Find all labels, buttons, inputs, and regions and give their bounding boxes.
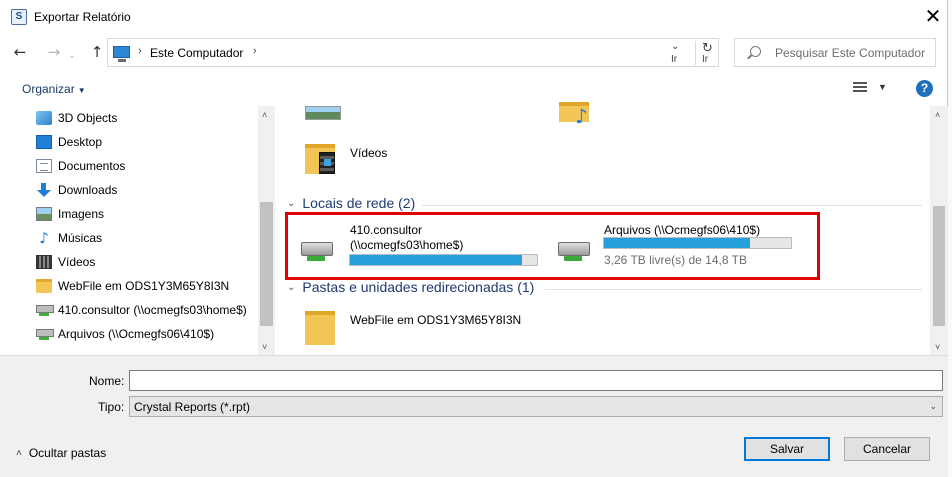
- file-type-value: Crystal Reports (*.rpt): [134, 400, 251, 414]
- address-dropdown-button[interactable]: ⌄ Ir: [665, 41, 687, 65]
- organize-label: Organizar: [22, 82, 75, 96]
- sidebar-item-webfile[interactable]: WebFile em ODS1Y3M65Y8I3N: [36, 275, 229, 297]
- sidebar-item-consultor-drive[interactable]: 410.consultor (\\ocmegfs03\home$): [36, 299, 247, 321]
- videos-icon: [36, 255, 52, 269]
- organize-menu-button[interactable]: Organizar ▼: [22, 82, 86, 96]
- computer-icon: [113, 46, 130, 62]
- address-dropdown-label: Ir: [671, 54, 678, 65]
- chevron-up-icon: ˄: [16, 447, 22, 459]
- sidebar-item-pictures[interactable]: Imagens: [36, 203, 104, 225]
- hide-folders-label: Ocultar pastas: [28, 446, 107, 460]
- sidebar-item-label: Imagens: [58, 207, 105, 221]
- scrollbar-thumb[interactable]: [933, 206, 945, 326]
- scroll-up-icon[interactable]: ˄: [262, 110, 267, 120]
- group-divider: [422, 205, 922, 206]
- network-drive-icon: [36, 327, 54, 341]
- close-button[interactable]: ✕: [918, 4, 948, 30]
- breadcrumb-this-pc[interactable]: Este Computador: [150, 46, 243, 60]
- group-header-redirected[interactable]: ⌄ Pastas e unidades redirecionadas (1): [287, 279, 534, 295]
- music-note-icon: ♪: [575, 104, 588, 128]
- folder-label-webfile[interactable]: WebFile em ODS1Y3M65Y8I3N: [350, 313, 521, 327]
- music-folder-icon[interactable]: ♪: [559, 102, 589, 128]
- chevron-down-icon: ⌄: [929, 401, 937, 411]
- view-options-icon[interactable]: [853, 82, 867, 94]
- folder-icon[interactable]: [305, 311, 335, 345]
- film-strip-icon: [319, 152, 335, 174]
- scroll-down-icon[interactable]: ˅: [262, 342, 267, 352]
- type-label: Tipo:: [98, 400, 125, 414]
- view-dropdown-icon[interactable]: ▼: [878, 82, 887, 92]
- group-header-label: Pastas e unidades redirecionadas (1): [302, 279, 535, 295]
- group-divider: [545, 289, 922, 290]
- sidebar-item-downloads[interactable]: Downloads: [36, 179, 117, 201]
- save-form: Nome: Tipo: Crystal Reports (*.rpt) ⌄ ˄ …: [0, 355, 948, 477]
- sidebar-item-videos[interactable]: Vídeos: [36, 251, 95, 273]
- search-placeholder: Pesquisar Este Computador: [775, 46, 926, 60]
- scroll-up-icon[interactable]: ˄: [935, 110, 940, 120]
- caret-down-icon: ▼: [77, 86, 86, 95]
- crystal-reports-icon: S: [11, 9, 27, 25]
- address-bar[interactable]: › Este Computador › ⌄ Ir ↻ Ir: [107, 38, 719, 67]
- help-icon[interactable]: ?: [916, 80, 933, 97]
- network-drive-icon: [36, 303, 54, 317]
- sidebar-item-label: Músicas: [58, 231, 103, 245]
- content-scrollbar[interactable]: ˄ ˅: [930, 106, 948, 355]
- export-dialog: S Exportar Relatório ✕ ← → ⌄ ↑ › Este Co…: [0, 0, 948, 477]
- save-button[interactable]: Salvar: [744, 437, 830, 461]
- recent-locations-button[interactable]: ⌄: [67, 47, 77, 65]
- title-bar: S Exportar Relatório ✕: [0, 0, 948, 34]
- search-icon: [750, 46, 761, 57]
- sidebar-item-arquivos-drive[interactable]: Arquivos (\\Ocmegfs06\410$): [36, 323, 214, 345]
- refresh-button[interactable]: ↻ Ir: [695, 41, 717, 65]
- network-locations-highlight: [285, 212, 820, 280]
- videos-folder-icon[interactable]: [305, 144, 335, 174]
- forward-button[interactable]: →: [45, 43, 63, 61]
- navigation-bar: ← → ⌄ ↑ › Este Computador › ⌄ Ir ↻ Ir Pe…: [0, 34, 948, 72]
- sidebar-item-3d-objects[interactable]: 3D Objects: [36, 107, 117, 129]
- file-type-select[interactable]: Crystal Reports (*.rpt) ⌄: [129, 396, 943, 417]
- navigation-pane: 3D Objects Desktop Documentos Downloads …: [0, 106, 275, 355]
- sidebar-item-label: Documentos: [58, 159, 126, 173]
- sidebar-item-label: Downloads: [58, 183, 118, 197]
- refresh-label: Ir: [702, 54, 709, 65]
- 3d-objects-icon: [36, 111, 52, 125]
- sidebar-item-label: 410.consultor (\\ocmegfs03\home$): [58, 303, 247, 317]
- chevron-down-icon: ⌄: [287, 281, 296, 293]
- name-label: Nome:: [89, 374, 125, 388]
- sidebar-item-documents[interactable]: Documentos: [36, 155, 125, 177]
- chevron-down-icon: ⌄: [671, 41, 680, 52]
- sidebar-item-label: Arquivos (\\Ocmegfs06\410$): [58, 327, 215, 341]
- back-button[interactable]: ←: [11, 43, 29, 61]
- documents-icon: [36, 159, 52, 173]
- hide-folders-button[interactable]: ˄ Ocultar pastas: [16, 446, 106, 460]
- chevron-down-icon: ⌄: [287, 197, 296, 209]
- filename-input[interactable]: [129, 370, 943, 391]
- folder-icon: [36, 279, 52, 293]
- window-title: Exportar Relatório: [34, 10, 131, 24]
- sidebar-item-label: Vídeos: [58, 255, 96, 269]
- folder-label-videos[interactable]: Vídeos: [350, 146, 387, 160]
- scroll-down-icon[interactable]: ˅: [935, 342, 940, 352]
- group-header-network[interactable]: ⌄ Locais de rede (2): [287, 195, 415, 211]
- sidebar-item-label: WebFile em ODS1Y3M65Y8I3N: [58, 279, 230, 293]
- pictures-folder-thumbnail[interactable]: [305, 106, 341, 120]
- cancel-button[interactable]: Cancelar: [844, 437, 930, 461]
- sidebar-item-music[interactable]: ♪ Músicas: [36, 227, 102, 249]
- sidebar-item-label: Desktop: [58, 135, 103, 149]
- search-box[interactable]: Pesquisar Este Computador: [734, 38, 936, 67]
- breadcrumb-separator-icon[interactable]: ›: [138, 45, 142, 57]
- desktop-icon: [36, 135, 52, 149]
- music-icon: ♪: [39, 229, 49, 247]
- pictures-icon: [36, 207, 52, 221]
- sidebar-item-label: 3D Objects: [58, 111, 118, 125]
- background-window-edge: [948, 0, 952, 477]
- breadcrumb-chevron-icon[interactable]: ›: [253, 45, 257, 57]
- command-toolbar: Organizar ▼ ▼ ?: [0, 72, 948, 106]
- group-header-label: Locais de rede (2): [302, 195, 416, 211]
- sidebar-item-desktop[interactable]: Desktop: [36, 131, 102, 153]
- downloads-icon: [36, 183, 52, 197]
- sidebar-scrollbar[interactable]: ˄ ˅: [258, 106, 275, 355]
- up-button[interactable]: ↑: [88, 43, 106, 61]
- scrollbar-thumb[interactable]: [260, 202, 273, 326]
